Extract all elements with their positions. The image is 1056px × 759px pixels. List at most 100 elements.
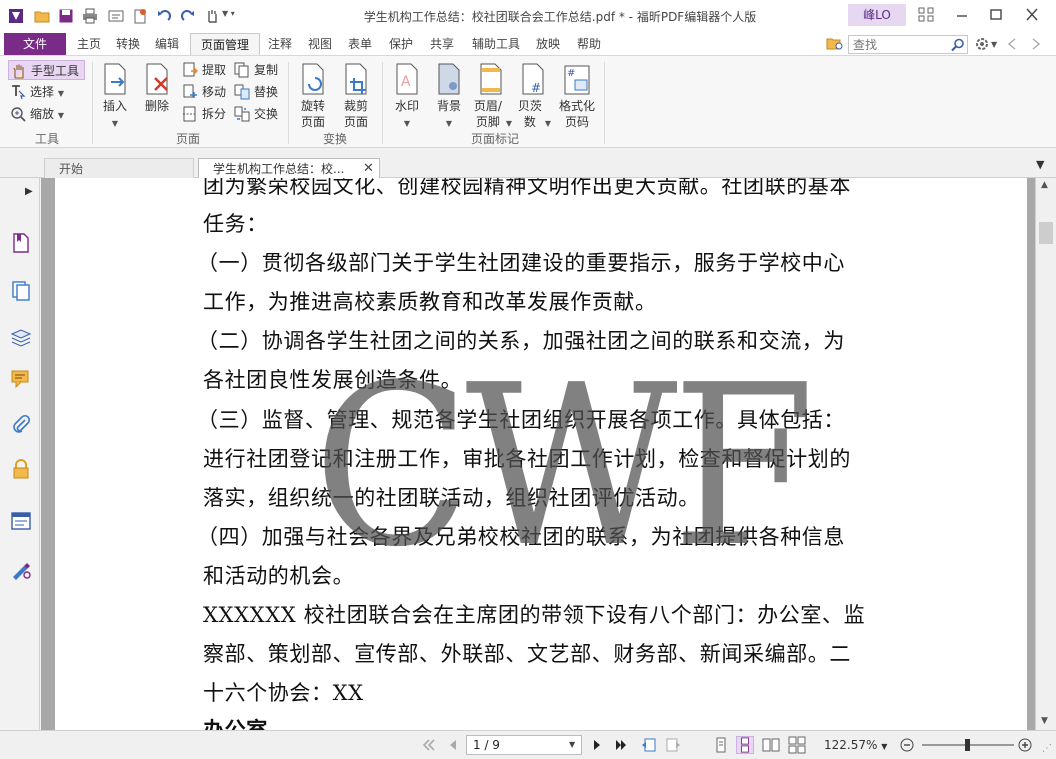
tab-view[interactable]: 视图 <box>305 33 335 55</box>
watermark-button[interactable]: A 水印 ▼ <box>384 62 430 132</box>
layers-panel-icon[interactable] <box>10 326 32 348</box>
scrollbar-thumb[interactable] <box>1039 222 1053 244</box>
insert-dropdown-icon[interactable]: ▼ <box>112 119 118 128</box>
tab-comment[interactable]: 注释 <box>265 33 295 55</box>
crop-page-button[interactable]: 裁剪页面 <box>333 62 379 130</box>
close-tab-icon[interactable]: ✕ <box>363 159 374 179</box>
tab-protect[interactable]: 保护 <box>386 33 416 55</box>
tab-page-management[interactable]: 页面管理 <box>190 33 260 55</box>
tab-accessibility[interactable]: 辅助工具 <box>468 33 524 55</box>
search-input[interactable] <box>849 36 945 53</box>
facing-view-icon[interactable] <box>762 736 780 754</box>
background-dropdown-icon[interactable]: ▼ <box>446 119 452 128</box>
search-icon[interactable] <box>951 38 965 52</box>
swap-page-button[interactable]: 交换 <box>232 104 282 124</box>
file-menu-button[interactable]: 文件 <box>4 33 66 55</box>
zoom-tool-button[interactable]: 缩放 ▼ <box>8 104 78 124</box>
insert-page-button[interactable]: 插入 ▼ <box>92 62 138 132</box>
tab-convert[interactable]: 转换 <box>113 33 143 55</box>
background-button[interactable]: 背景 ▼ <box>426 62 472 132</box>
scroll-up-icon[interactable]: ▲ <box>1041 180 1048 190</box>
comments-panel-icon[interactable] <box>10 368 32 390</box>
rotate-page-icon <box>302 63 324 95</box>
title-bar: ▼ ▾ 学生机构工作总结：校社团联合会工作总结.pdf * - 福昕PDF编辑器… <box>0 0 1056 32</box>
save-icon[interactable] <box>58 8 74 24</box>
svg-text:#: # <box>567 68 575 79</box>
tab-form[interactable]: 表单 <box>345 33 375 55</box>
tab-current-document[interactable]: 学生机构工作总结：校... ✕ <box>198 158 380 178</box>
minimize-icon[interactable] <box>952 6 972 24</box>
first-page-icon[interactable] <box>420 736 438 754</box>
move-page-button[interactable]: 移动 <box>180 82 230 102</box>
hand-dropdown-icon[interactable] <box>204 8 220 24</box>
ribbon-toolbar: 手型工具 选择 ▼ 缩放 ▼ 工具 插入 ▼ 删除 提取 移动 拆分 复制 替换 … <box>0 56 1056 148</box>
content-panel-icon[interactable] <box>10 510 32 532</box>
zoom-dropdown-icon[interactable]: ▼ <box>881 742 887 751</box>
copy-page-button[interactable]: 复制 <box>232 60 282 80</box>
undo-icon[interactable] <box>156 8 172 24</box>
replace-page-button[interactable]: 替换 <box>232 82 282 102</box>
last-page-icon[interactable] <box>612 736 630 754</box>
tab-start[interactable]: 开始 <box>44 158 194 178</box>
restore-icon[interactable] <box>986 6 1006 24</box>
tab-list-dropdown-icon[interactable]: ▼ <box>1036 158 1044 171</box>
quick-access-dropdown-icon[interactable]: ▼ ▾ <box>222 9 235 18</box>
open-folder-icon[interactable] <box>34 8 50 24</box>
properties-icon[interactable] <box>108 8 124 24</box>
search-folder-icon[interactable] <box>826 36 844 52</box>
next-view-icon[interactable] <box>664 736 682 754</box>
next-page-icon[interactable] <box>588 736 606 754</box>
expand-panel-icon[interactable]: ▶ <box>25 186 33 197</box>
watermark-dropdown-icon[interactable]: ▼ <box>404 119 410 128</box>
rotate-page-button[interactable]: 旋转页面 <box>290 62 336 130</box>
print-icon[interactable] <box>82 8 98 24</box>
page-dropdown-icon[interactable]: ▼ <box>569 736 575 754</box>
vertical-scrollbar[interactable]: ▲ ▼ <box>1035 178 1056 730</box>
zoom-in-icon[interactable] <box>1016 736 1034 754</box>
layout-grid-icon[interactable] <box>916 6 936 24</box>
pages-panel-icon[interactable] <box>10 280 32 302</box>
continuous-view-icon[interactable] <box>736 736 754 754</box>
select-tool-button[interactable]: 选择 ▼ <box>8 82 78 102</box>
tab-slideshow[interactable]: 放映 <box>533 33 563 55</box>
signature-panel-icon[interactable] <box>10 558 32 580</box>
single-page-view-icon[interactable] <box>712 736 730 754</box>
redo-icon[interactable] <box>180 8 196 24</box>
extract-page-icon <box>183 62 198 77</box>
format-page-number-button[interactable]: # 格式化页码 <box>554 62 600 130</box>
close-window-icon[interactable] <box>1022 6 1042 24</box>
attachments-panel-icon[interactable] <box>10 414 32 436</box>
header-footer-button[interactable]: 页眉/页脚 ▼ <box>468 62 514 132</box>
continuous-facing-view-icon[interactable] <box>788 736 806 754</box>
bookmark-panel-icon[interactable] <box>10 232 32 254</box>
tab-edit[interactable]: 编辑 <box>152 33 182 55</box>
bates-dropdown-icon[interactable]: ▼ <box>545 119 551 128</box>
hand-tool-button[interactable]: 手型工具 <box>8 60 85 80</box>
document-viewport[interactable]: 团为繁荣校园文化、创建校园精神文明作出更大贡献。社团联的基本 任务： （一）贯彻… <box>41 178 1035 730</box>
resize-grip-icon[interactable]: ⋰ <box>1042 743 1052 754</box>
gear-icon[interactable] <box>974 36 990 52</box>
page-number-input[interactable]: 1 / 9 ▼ <box>466 735 582 755</box>
select-dropdown-icon[interactable]: ▼ <box>58 89 64 98</box>
nav-forward-icon[interactable] <box>1030 37 1042 51</box>
tab-share[interactable]: 共享 <box>427 33 457 55</box>
tab-help[interactable]: 帮助 <box>574 33 604 55</box>
search-field[interactable] <box>848 35 968 54</box>
previous-view-icon[interactable] <box>640 736 658 754</box>
scroll-down-icon[interactable]: ▼ <box>1041 716 1048 726</box>
settings-dropdown-icon[interactable]: ▼ <box>991 40 997 49</box>
user-account-button[interactable]: 峰LO <box>848 4 906 26</box>
delete-page-button[interactable]: 删除 <box>134 62 180 114</box>
extract-page-button[interactable]: 提取 <box>180 60 230 80</box>
zoom-percentage[interactable]: 122.57% ▼ <box>824 738 887 752</box>
bates-number-button[interactable]: # 贝茨数 ▼ <box>510 62 556 132</box>
zoom-out-icon[interactable] <box>898 736 916 754</box>
nav-back-icon[interactable] <box>1006 37 1018 51</box>
tab-home[interactable]: 主页 <box>74 33 104 55</box>
zoom-slider-handle[interactable] <box>964 739 970 751</box>
zoom-dropdown-icon[interactable]: ▼ <box>58 111 64 120</box>
split-page-button[interactable]: 拆分 <box>180 104 230 124</box>
new-document-icon[interactable] <box>132 8 148 24</box>
security-panel-icon[interactable] <box>10 458 32 480</box>
previous-page-icon[interactable] <box>444 736 462 754</box>
